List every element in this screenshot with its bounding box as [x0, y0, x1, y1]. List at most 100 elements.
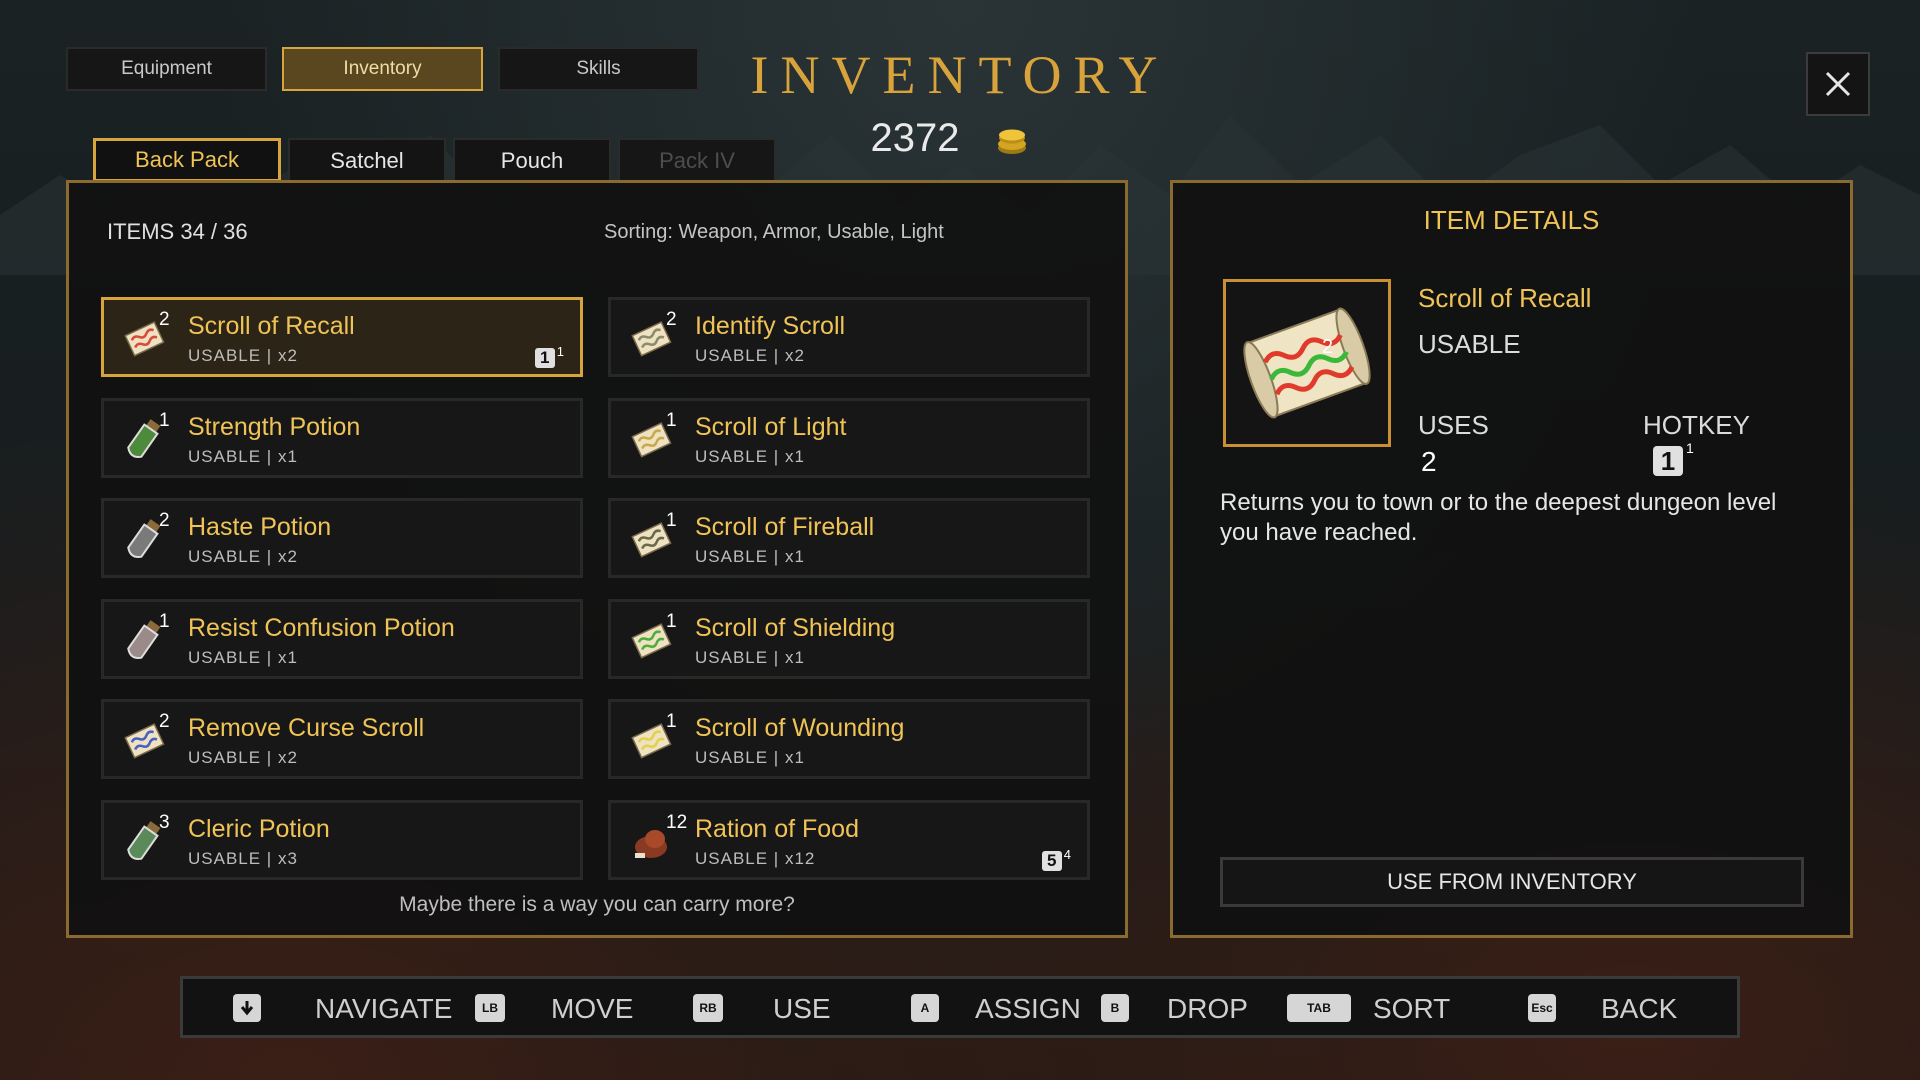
hotkey-count: 1	[556, 344, 564, 359]
inventory-item-slot[interactable]: 1 Scroll of Wounding USABLE | x1	[608, 699, 1090, 779]
item-subtitle: USABLE | x1	[695, 748, 805, 767]
item-count: 1	[666, 610, 677, 632]
hotkey-label: HOTKEY	[1643, 410, 1750, 440]
items-panel: ITEMS 34 / 36 Sorting: Weapon, Armor, Us…	[66, 180, 1128, 938]
item-count: 1	[666, 510, 677, 531]
hotkey-value: 1 1	[1653, 440, 1694, 476]
b-button-icon: B	[1101, 994, 1129, 1022]
uses-label: USES	[1418, 410, 1489, 440]
hotkey-key-icon: 5	[1041, 850, 1062, 871]
hotkey-key-icon: 1	[1653, 446, 1683, 476]
item-name: Scroll of Shielding	[695, 613, 896, 642]
item-name: Resist Confusion Potion	[188, 613, 455, 642]
inventory-item-slot[interactable]: 2 Haste Potion USABLE | x2	[101, 498, 583, 578]
item-name: Scroll of Fireball	[695, 513, 875, 541]
inventory-item-slot[interactable]: 2 Remove Curse Scroll USABLE | x2	[101, 699, 583, 779]
item-count: 2	[666, 309, 677, 330]
tab-inventory[interactable]: Inventory	[282, 47, 483, 91]
details-item-type: USABLE	[1418, 329, 1521, 359]
item-subtitle: USABLE | x1	[188, 647, 298, 667]
pack-tab-pack-iv: Pack IV	[618, 138, 776, 182]
hotkey-count: 4	[1063, 846, 1071, 862]
item-subtitle: USABLE | x2	[188, 547, 298, 566]
close-button[interactable]	[1806, 52, 1870, 116]
scroll-recall-icon	[1243, 307, 1371, 419]
item-name: Scroll of Recall	[188, 312, 355, 340]
inventory-item-slot[interactable]: 1 Scroll of Light USABLE | x1	[608, 397, 1090, 478]
item-name: Scroll of Light	[695, 412, 847, 441]
item-name: Remove Curse Scroll	[188, 714, 425, 742]
pack-tab-backpack[interactable]: Back Pack	[93, 138, 281, 182]
a-button-icon: A	[911, 994, 939, 1022]
use-from-inventory-button[interactable]: USE FROM INVENTORY	[1220, 857, 1804, 907]
capacity-hint: Maybe there is a way you can carry more?	[399, 893, 795, 916]
gold-amount: 2372	[870, 116, 960, 160]
dpad-down-icon	[233, 994, 261, 1022]
item-name: Cleric Potion	[188, 814, 330, 843]
item-subtitle: USABLE | x2	[188, 748, 298, 767]
inventory-item-slot[interactable]: 3 Cleric Potion USABLE | x3	[101, 799, 583, 880]
item-subtitle: USABLE | x1	[695, 446, 805, 466]
close-icon	[1825, 71, 1851, 97]
item-count: 3	[159, 811, 170, 833]
item-count: 2	[159, 309, 170, 330]
control-label-drop: DROP	[1167, 993, 1248, 1024]
inventory-item-slot[interactable]: 1 Scroll of Fireball USABLE | x1	[608, 498, 1090, 578]
item-subtitle: USABLE | x12	[695, 848, 816, 868]
item-hotkey: 11	[534, 344, 564, 368]
item-subtitle: USABLE | x3	[188, 848, 298, 868]
item-count: 1	[159, 610, 170, 632]
control-label-use: USE	[773, 993, 831, 1024]
item-hotkey: 54	[1041, 847, 1071, 871]
details-heading: ITEM DETAILS	[1423, 205, 1600, 235]
lb-button-icon: LB	[475, 994, 505, 1022]
hotkey-count: 1	[1686, 440, 1694, 456]
inventory-item-slot[interactable]: 1 Scroll of Shielding USABLE | x1	[608, 598, 1090, 679]
details-icon-count: 2	[1322, 336, 1334, 358]
control-label-back: BACK	[1601, 993, 1678, 1024]
details-item-name: Scroll of Recall	[1418, 283, 1592, 313]
tab-equipment[interactable]: Equipment	[66, 47, 267, 91]
details-icon-frame: 2	[1223, 279, 1391, 447]
item-details-panel: ITEM DETAILS 2 Scroll of Recall USABLE U…	[1170, 180, 1853, 938]
inventory-item-slot[interactable]: 2 Scroll of Recall USABLE | x2 1 1	[101, 297, 583, 377]
item-count: 1	[666, 409, 677, 431]
items-count: ITEMS 34 / 36	[107, 219, 248, 244]
item-name: Ration of Food	[695, 814, 859, 843]
gold-coins-icon	[998, 129, 1026, 154]
controls-bar: NAVIGATE LB MOVE RB USE A ASSIGN B DROP TAB SORT Es…	[180, 976, 1740, 1038]
esc-key-icon: Esc	[1528, 994, 1556, 1022]
pack-tab-pouch[interactable]: Pouch	[453, 138, 611, 182]
item-subtitle: USABLE | x1	[188, 446, 298, 466]
sorting-label: Sorting: Weapon, Armor, Usable, Light	[604, 221, 944, 243]
pack-tab-satchel[interactable]: Satchel	[288, 138, 446, 182]
item-name: Haste Potion	[188, 513, 332, 541]
item-name: Identify Scroll	[695, 312, 846, 340]
control-label-sort: SORT	[1373, 993, 1451, 1024]
hotkey-key-icon: 1	[534, 348, 555, 368]
rb-button-icon: RB	[693, 994, 723, 1022]
inventory-item-slot[interactable]: 1 Strength Potion USABLE | x1	[101, 397, 583, 478]
item-name: Strength Potion	[188, 412, 361, 441]
uses-value: 2	[1421, 446, 1437, 477]
item-count: 2	[159, 711, 170, 732]
inventory-item-slot[interactable]: 2 Identify Scroll USABLE | x2	[608, 297, 1090, 377]
item-subtitle: USABLE | x1	[695, 647, 805, 667]
item-name: Scroll of Wounding	[695, 714, 905, 742]
item-subtitle: USABLE | x2	[188, 346, 298, 365]
control-label-assign: ASSIGN	[975, 993, 1081, 1024]
control-label-navigate: NAVIGATE	[315, 993, 453, 1024]
inventory-item-slot[interactable]: 1 Resist Confusion Potion USABLE | x1	[101, 598, 583, 679]
control-label-move: MOVE	[551, 993, 634, 1024]
item-subtitle: USABLE | x1	[695, 547, 805, 566]
item-count: 2	[159, 510, 170, 531]
page-title: INVENTORY	[750, 45, 1170, 105]
item-subtitle: USABLE | x2	[695, 346, 805, 365]
item-description: Returns you to town or to the deepest du…	[1220, 489, 1777, 546]
item-count: 12	[666, 811, 688, 833]
inventory-item-slot[interactable]: 12 Ration of Food USABLE | x12 5 4	[608, 799, 1090, 880]
tab-skills[interactable]: Skills	[498, 47, 699, 91]
item-count: 1	[666, 711, 677, 732]
tab-key-icon: TAB	[1287, 994, 1351, 1022]
item-count: 1	[159, 409, 170, 431]
